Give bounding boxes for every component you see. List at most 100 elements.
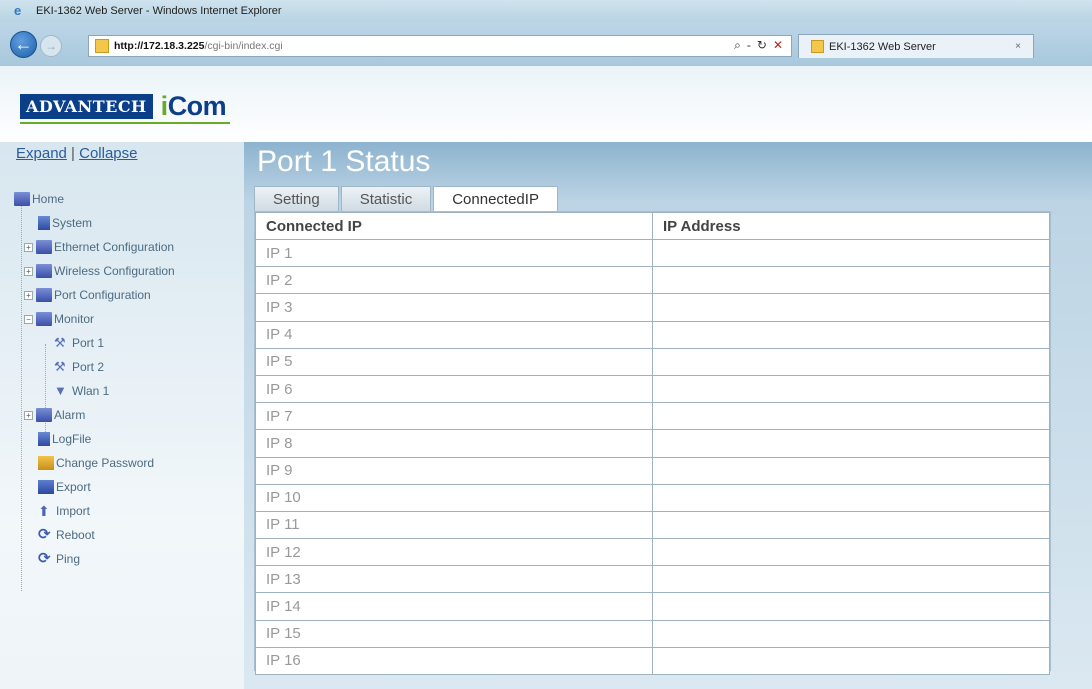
window-titlebar: e EKI-1362 Web Server - Windows Internet… bbox=[0, 0, 1092, 22]
expand-icon[interactable]: + bbox=[24, 242, 33, 252]
url-tools: ⌕ - ↻ ✕ bbox=[734, 38, 783, 53]
ip-address-cell bbox=[652, 565, 1050, 594]
column-header-connected-ip: Connected IP bbox=[255, 212, 653, 240]
disk-icon bbox=[38, 480, 54, 494]
table-row: IP 4 bbox=[255, 320, 1050, 349]
wrench-icon: ⚒ bbox=[54, 359, 66, 374]
sidebar-item-import[interactable]: ⬆ Import bbox=[38, 502, 90, 520]
page-title: Port 1 Status bbox=[257, 145, 431, 178]
sidebar-item-home[interactable]: Home bbox=[14, 190, 64, 208]
sidebar-item-logfile[interactable]: LogFile bbox=[38, 430, 91, 448]
tab-statistic[interactable]: Statistic bbox=[340, 186, 432, 211]
sidebar-item-label: Wlan 1 bbox=[72, 384, 110, 398]
address-toolbar: ← → http://172.18.3.225/cgi-bin/index.cg… bbox=[0, 22, 1092, 66]
expand-icon[interactable]: + bbox=[24, 266, 33, 276]
connected-ip-cell: IP 16 bbox=[255, 646, 653, 676]
tree-guide bbox=[21, 206, 22, 591]
expand-icon[interactable]: + bbox=[24, 290, 33, 300]
table-row: IP 10 bbox=[255, 483, 1050, 512]
search-icon[interactable]: ⌕ bbox=[734, 38, 741, 53]
ip-address-cell bbox=[652, 429, 1050, 458]
connected-ip-cell: IP 7 bbox=[255, 402, 653, 431]
ip-address-cell bbox=[652, 374, 1050, 404]
collapse-link[interactable]: Collapse bbox=[79, 145, 137, 162]
table-header-row: Connected IP IP Address bbox=[255, 212, 1050, 240]
table-row: IP 6 bbox=[255, 374, 1050, 404]
table-row: IP 14 bbox=[255, 592, 1050, 621]
expand-icon[interactable]: + bbox=[24, 410, 33, 420]
key-icon bbox=[38, 456, 54, 470]
table-row: IP 2 bbox=[255, 266, 1050, 295]
sidebar-item-label: Port 2 bbox=[72, 360, 105, 374]
dropdown-separator: - bbox=[746, 38, 751, 52]
sidebar-item-system[interactable]: System bbox=[38, 214, 92, 232]
logo-product-prefix: i bbox=[160, 91, 169, 121]
sidebar-item-label: Wireless Configuration bbox=[54, 264, 175, 278]
browser-tab[interactable]: EKI-1362 Web Server × bbox=[798, 34, 1034, 58]
refresh-icon[interactable]: ↻ bbox=[757, 38, 767, 53]
logo-product: iCom bbox=[161, 91, 227, 122]
ip-address-cell bbox=[652, 266, 1050, 295]
stop-icon[interactable]: ✕ bbox=[773, 38, 783, 53]
tab-close-icon[interactable]: × bbox=[1015, 41, 1021, 52]
sidebar-item-label: LogFile bbox=[52, 432, 92, 446]
sidebar-item-label: System bbox=[52, 216, 93, 230]
table-row: IP 7 bbox=[255, 402, 1050, 431]
connected-ip-cell: IP 9 bbox=[255, 456, 653, 485]
tab-page-icon bbox=[811, 40, 824, 53]
table-row: IP 3 bbox=[255, 293, 1050, 322]
sidebar-item-ethernet-configuration[interactable]: + Ethernet Configuration bbox=[24, 238, 174, 256]
sidebar-item-reboot[interactable]: ⟳ Reboot bbox=[38, 526, 95, 544]
ip-address-cell bbox=[652, 483, 1050, 512]
table-row: IP 1 bbox=[255, 238, 1050, 268]
connected-ip-cell: IP 14 bbox=[255, 592, 653, 621]
sidebar-item-label: Import bbox=[56, 504, 91, 518]
table-row: IP 16 bbox=[255, 646, 1050, 676]
connected-ip-table: Connected IP IP Address IP 1 IP 2 IP 3 I… bbox=[255, 212, 1050, 676]
sidebar-item-label: Alarm bbox=[54, 408, 86, 422]
sidebar-item-port-configuration[interactable]: + Port Configuration bbox=[24, 286, 151, 304]
main-content: Port 1 Status Setting Statistic Connecte… bbox=[244, 142, 1092, 689]
page-icon bbox=[38, 216, 50, 230]
collapse-icon[interactable]: − bbox=[24, 314, 33, 324]
ip-address-cell bbox=[652, 402, 1050, 431]
tab-setting[interactable]: Setting bbox=[254, 186, 339, 211]
sidebar-item-ping[interactable]: ⟳ Ping bbox=[38, 550, 80, 568]
reboot-icon: ⟳ bbox=[38, 526, 51, 543]
folder-icon bbox=[36, 408, 52, 422]
sidebar-item-wlan-1[interactable]: ▼ Wlan 1 bbox=[54, 382, 109, 400]
ip-address-cell bbox=[652, 347, 1050, 376]
sidebar-item-label: Ethernet Configuration bbox=[54, 240, 175, 254]
connected-ip-cell: IP 13 bbox=[255, 565, 653, 594]
ip-address-cell bbox=[652, 320, 1050, 349]
expand-link[interactable]: Expand bbox=[16, 145, 67, 162]
connected-ip-cell: IP 11 bbox=[255, 510, 653, 540]
sidebar-item-monitor[interactable]: − Monitor bbox=[24, 310, 94, 328]
sidebar-item-port-1[interactable]: ⚒ Port 1 bbox=[54, 334, 104, 352]
ip-address-cell bbox=[652, 293, 1050, 322]
table-row: IP 9 bbox=[255, 456, 1050, 485]
url-field[interactable]: http://172.18.3.225/cgi-bin/index.cgi ⌕ … bbox=[88, 35, 792, 57]
tab-connectedip[interactable]: ConnectedIP bbox=[433, 186, 558, 211]
table-row: IP 11 bbox=[255, 510, 1050, 540]
forward-button[interactable]: → bbox=[40, 35, 62, 57]
sidebar-item-wireless-configuration[interactable]: + Wireless Configuration bbox=[24, 262, 175, 280]
sidebar-item-alarm[interactable]: + Alarm bbox=[24, 406, 85, 424]
page-icon bbox=[95, 39, 109, 53]
sidebar-item-export[interactable]: Export bbox=[38, 478, 91, 496]
connected-ip-cell: IP 1 bbox=[255, 238, 653, 268]
logo-product-name: Com bbox=[167, 91, 227, 121]
connected-ip-cell: IP 15 bbox=[255, 619, 653, 648]
advantech-icom-logo: ADVANTECH iCom bbox=[20, 91, 227, 122]
folder-icon bbox=[36, 264, 52, 278]
sidebar-item-change-password[interactable]: Change Password bbox=[38, 454, 154, 472]
sidebar-item-port-2[interactable]: ⚒ Port 2 bbox=[54, 358, 104, 376]
upload-icon: ⬆ bbox=[38, 503, 50, 519]
sidebar-item-label: Change Password bbox=[56, 456, 155, 470]
folder-icon bbox=[14, 192, 30, 206]
connected-ip-cell: IP 5 bbox=[255, 347, 653, 376]
url-text: http://172.18.3.225/cgi-bin/index.cgi bbox=[114, 40, 283, 52]
back-button[interactable]: ← bbox=[10, 31, 37, 58]
sidebar-item-label: Port 1 bbox=[72, 336, 105, 350]
table-row: IP 13 bbox=[255, 565, 1050, 594]
